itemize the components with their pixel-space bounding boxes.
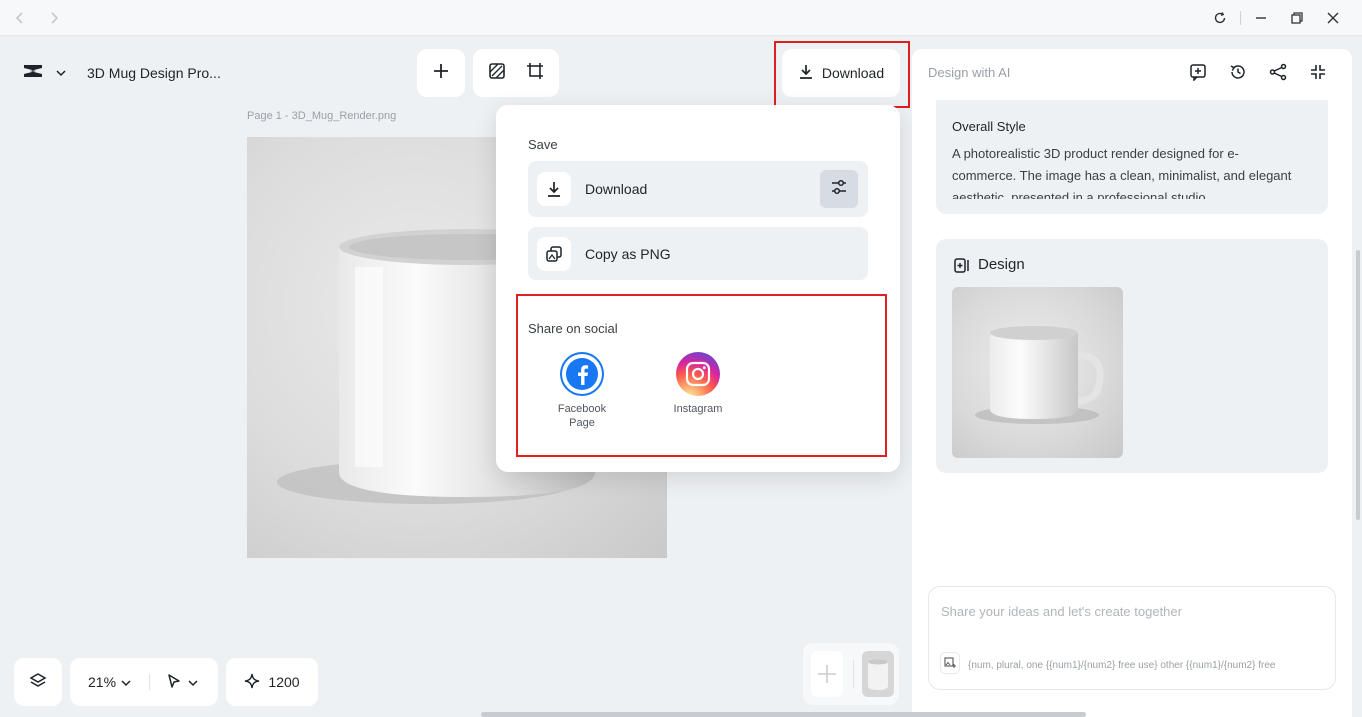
project-title[interactable]: 3D Mug Design Pro... bbox=[87, 65, 221, 81]
chat-input-placeholder[interactable]: Share your ideas and let's create togeth… bbox=[941, 604, 1182, 619]
page-1-thumbnail-drawing bbox=[868, 659, 888, 690]
overall-style-text: A photorealistic 3D product render desig… bbox=[952, 146, 1292, 199]
close-icon[interactable] bbox=[1322, 7, 1344, 29]
thumb-divider bbox=[853, 660, 854, 688]
chevron-right-icon[interactable] bbox=[48, 9, 60, 30]
download-option[interactable]: Download bbox=[528, 161, 868, 217]
layers-icon bbox=[29, 672, 47, 693]
minimize-icon[interactable] bbox=[1250, 7, 1272, 29]
add-page-button[interactable] bbox=[811, 651, 843, 697]
chevron-down-icon[interactable] bbox=[56, 64, 66, 82]
sliders-icon bbox=[830, 179, 848, 200]
copy-png-label: Copy as PNG bbox=[585, 245, 671, 262]
facebook-label-line2: Page bbox=[569, 417, 595, 429]
free-usage-text: {num, plural, one {{num1}/{num2} free us… bbox=[968, 660, 1276, 671]
new-chat-icon[interactable] bbox=[1188, 62, 1208, 82]
instagram-icon bbox=[676, 352, 720, 396]
credits-button[interactable]: 1200 bbox=[226, 658, 318, 706]
add-button[interactable] bbox=[417, 49, 465, 97]
bottom-divider bbox=[149, 674, 151, 690]
copy-png-option[interactable]: Copy as PNG bbox=[528, 227, 868, 280]
share-icon[interactable] bbox=[1268, 62, 1288, 82]
download-button-label: Download bbox=[821, 65, 885, 81]
download-settings-button[interactable] bbox=[820, 170, 858, 208]
panel-scrollbar[interactable] bbox=[1356, 250, 1360, 520]
instagram-label: Instagram bbox=[673, 403, 723, 415]
chevron-left-icon[interactable] bbox=[14, 9, 26, 30]
tool-group bbox=[473, 49, 559, 97]
window-controls-divider bbox=[1240, 11, 1241, 25]
download-dropdown: Save Download Copy as PNG Share on socia… bbox=[496, 105, 900, 472]
resize-icon[interactable] bbox=[526, 62, 544, 85]
canvas-horizontal-scrollbar[interactable] bbox=[481, 712, 1086, 717]
design-icon bbox=[953, 257, 970, 279]
download-option-label: Download bbox=[585, 181, 648, 197]
share-instagram[interactable]: Instagram bbox=[658, 352, 738, 416]
sparkle-icon bbox=[244, 673, 260, 692]
share-facebook-page[interactable]: Facebook Page bbox=[542, 352, 622, 430]
history-icon[interactable] bbox=[1228, 62, 1248, 82]
download-icon bbox=[537, 172, 571, 206]
design-heading: Design bbox=[978, 256, 1025, 273]
select-pointer-icon[interactable] bbox=[166, 673, 182, 692]
refresh-icon[interactable] bbox=[1209, 7, 1231, 29]
capcut-logo-icon bbox=[22, 62, 44, 85]
download-icon bbox=[798, 64, 814, 83]
design-thumbnail[interactable] bbox=[952, 287, 1123, 458]
chat-input-box[interactable] bbox=[928, 586, 1336, 690]
copy-image-icon bbox=[537, 236, 571, 271]
restore-icon[interactable] bbox=[1286, 7, 1308, 29]
share-heading: Share on social bbox=[528, 321, 618, 336]
collapse-icon[interactable] bbox=[1308, 62, 1328, 82]
facebook-icon bbox=[560, 352, 604, 396]
add-image-icon[interactable] bbox=[940, 652, 960, 674]
title-bar bbox=[0, 0, 1362, 36]
plus-icon bbox=[433, 63, 449, 84]
download-button[interactable]: Download bbox=[782, 49, 900, 97]
zoom-level[interactable]: 21% bbox=[88, 674, 116, 690]
layers-button[interactable] bbox=[14, 658, 62, 706]
page-label: Page 1 - 3D_Mug_Render.png bbox=[247, 110, 397, 122]
design-thumbnail-drawing bbox=[975, 326, 1104, 424]
zoom-chevron-down-icon[interactable] bbox=[121, 674, 131, 690]
credits-count: 1200 bbox=[268, 674, 300, 690]
add-page-plus-icon bbox=[818, 665, 836, 683]
page-1-thumbnail[interactable] bbox=[862, 651, 894, 697]
background-remove-icon[interactable] bbox=[488, 62, 506, 85]
ai-panel-title: Design with AI bbox=[928, 65, 1011, 80]
page-thumbnails bbox=[803, 643, 899, 705]
facebook-label-line1: Facebook bbox=[557, 403, 607, 415]
zoom-and-select-controls: 21% bbox=[70, 658, 218, 706]
save-heading: Save bbox=[528, 137, 558, 152]
overall-style-heading: Overall Style bbox=[952, 119, 1026, 134]
pointer-chevron-down-icon[interactable] bbox=[188, 674, 198, 690]
